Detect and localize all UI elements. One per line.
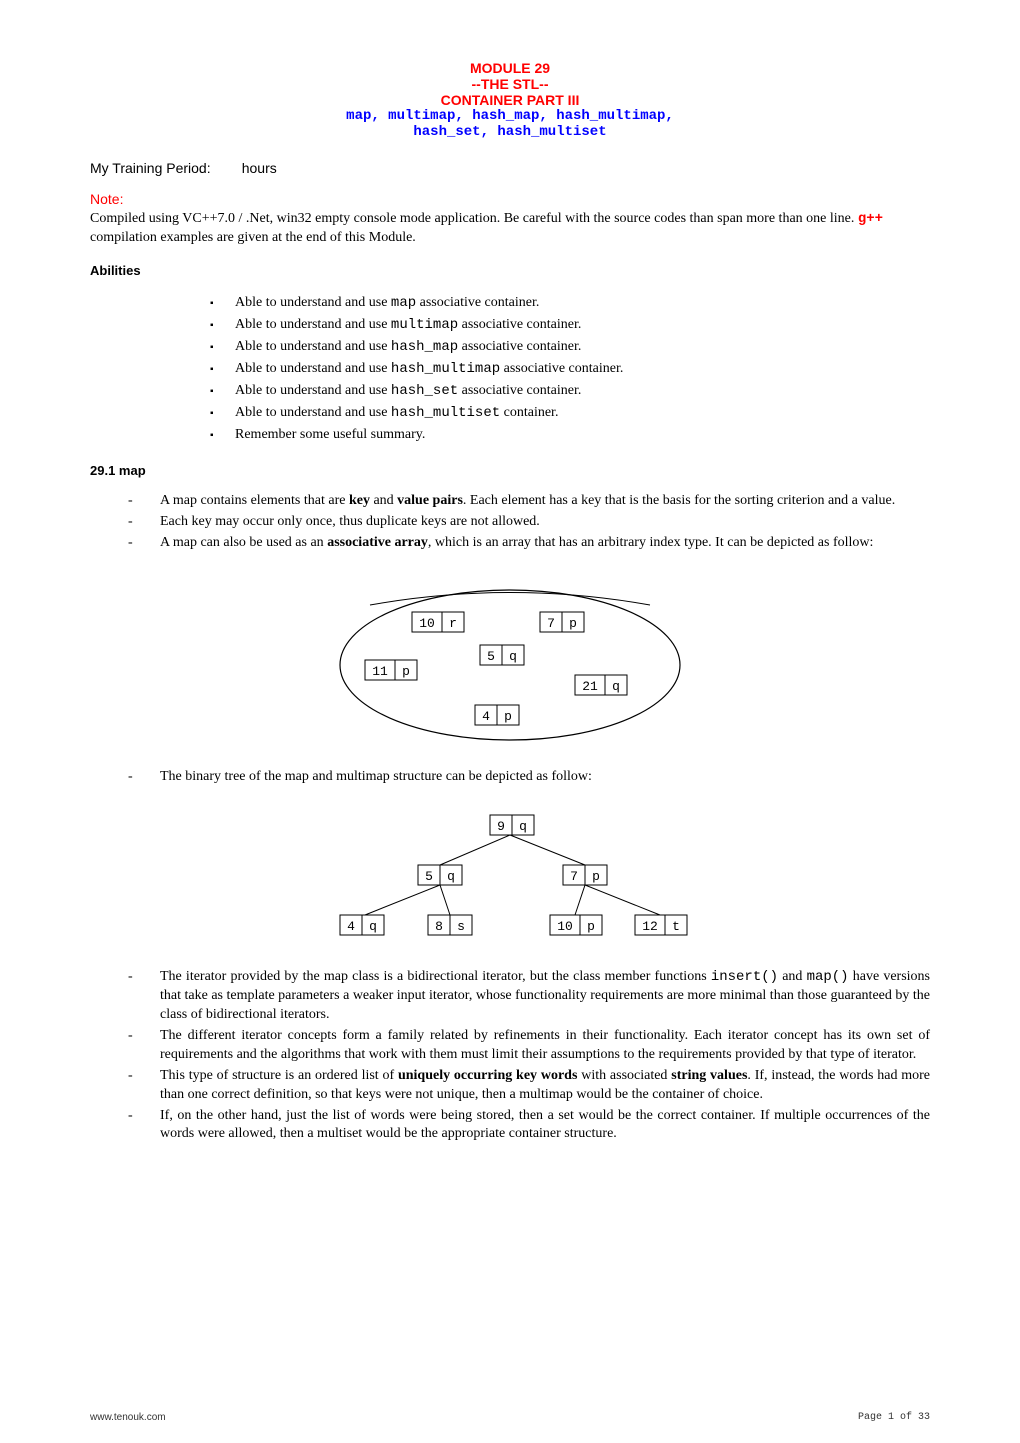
binary-tree-diagram: 9 q 5 q 7 p 4 q 8 s 10 p 12 t bbox=[90, 805, 930, 950]
training-period: My Training Period: hours bbox=[90, 160, 930, 176]
ability-item: Able to understand and use hash_multimap… bbox=[235, 358, 930, 380]
svg-text:p: p bbox=[592, 869, 600, 884]
svg-text:p: p bbox=[504, 709, 512, 724]
node-21-q: 21 q bbox=[575, 675, 627, 695]
svg-text:4: 4 bbox=[482, 709, 490, 724]
gpp-code: g++ bbox=[858, 211, 883, 227]
abilities-heading: Abilities bbox=[90, 263, 930, 278]
svg-text:7: 7 bbox=[547, 616, 555, 631]
ability-item: Remember some useful summary. bbox=[235, 424, 930, 445]
training-label: My Training Period: bbox=[90, 160, 211, 176]
footer-site: www.tenouk.com bbox=[90, 1412, 166, 1423]
svg-text:9: 9 bbox=[497, 819, 505, 834]
page-footer: www.tenouk.com Page 1 of 33 bbox=[90, 1412, 930, 1423]
note-text-a: Compiled using VC++7.0 / .Net, win32 emp… bbox=[90, 211, 858, 226]
svg-text:q: q bbox=[447, 869, 455, 884]
svg-text:4: 4 bbox=[347, 919, 355, 934]
svg-text:21: 21 bbox=[582, 679, 598, 694]
list-item: A map can also be used as an associative… bbox=[160, 534, 930, 553]
tree-l2-1: 8 s bbox=[428, 915, 472, 935]
list-item: A map contains elements that are key and… bbox=[160, 492, 930, 511]
tree-l2-3: 12 t bbox=[635, 915, 687, 935]
footer-page: Page 1 of 33 bbox=[858, 1412, 930, 1423]
tree-l1-right: 7 p bbox=[563, 865, 607, 885]
ability-item: Able to understand and use hash_set asso… bbox=[235, 380, 930, 402]
note-text-b: compilation examples are given at the en… bbox=[90, 230, 416, 245]
tree-l2-0: 4 q bbox=[340, 915, 384, 935]
svg-text:q: q bbox=[519, 819, 527, 834]
ellipse-svg: 10 r 7 p 5 q 11 p 21 q 4 p bbox=[330, 570, 690, 750]
tree-l2-2: 10 p bbox=[550, 915, 602, 935]
list-item: If, on the other hand, just the list of … bbox=[160, 1107, 930, 1145]
ability-item: Able to understand and use hash_map asso… bbox=[235, 336, 930, 358]
list-item: Each key may occur only once, thus dupli… bbox=[160, 513, 930, 532]
node-7-p: 7 p bbox=[540, 612, 584, 632]
ability-item: Able to understand and use multimap asso… bbox=[235, 314, 930, 336]
stl-line: --THE STL-- bbox=[90, 76, 930, 92]
node-5-q: 5 q bbox=[480, 645, 524, 665]
map-description-list: A map contains elements that are key and… bbox=[90, 492, 930, 553]
svg-text:11: 11 bbox=[372, 664, 388, 679]
tree-l1-left: 5 q bbox=[418, 865, 462, 885]
tree-svg: 9 q 5 q 7 p 4 q 8 s 10 p 12 t bbox=[300, 805, 720, 950]
list-item: The iterator provided by the map class i… bbox=[160, 968, 930, 1025]
note-heading: Note: bbox=[90, 191, 930, 207]
svg-text:7: 7 bbox=[570, 869, 578, 884]
tree-root: 9 q bbox=[490, 815, 534, 835]
training-unit: hours bbox=[242, 160, 277, 176]
mid-list: The binary tree of the map and multimap … bbox=[90, 768, 930, 787]
list-item: This type of structure is an ordered lis… bbox=[160, 1067, 930, 1105]
svg-text:5: 5 bbox=[487, 649, 495, 664]
page-header: MODULE 29 --THE STL-- CONTAINER PART III… bbox=[90, 60, 930, 140]
ability-item: Able to understand and use hash_multiset… bbox=[235, 402, 930, 424]
svg-text:p: p bbox=[402, 664, 410, 679]
node-11-p: 11 p bbox=[365, 660, 417, 680]
svg-text:q: q bbox=[369, 919, 377, 934]
svg-text:q: q bbox=[612, 679, 620, 694]
svg-text:r: r bbox=[449, 616, 457, 631]
svg-text:s: s bbox=[457, 919, 465, 934]
svg-text:t: t bbox=[672, 919, 680, 934]
svg-text:5: 5 bbox=[425, 869, 433, 884]
svg-text:8: 8 bbox=[435, 919, 443, 934]
section-heading: 29.1 map bbox=[90, 463, 930, 478]
ability-item: Able to understand and use map associati… bbox=[235, 292, 930, 314]
svg-text:12: 12 bbox=[642, 919, 658, 934]
svg-text:p: p bbox=[569, 616, 577, 631]
post-diagram-list: The iterator provided by the map class i… bbox=[90, 968, 930, 1144]
svg-text:10: 10 bbox=[419, 616, 435, 631]
mid-text: The binary tree of the map and multimap … bbox=[160, 768, 930, 787]
map-ellipse-diagram: 10 r 7 p 5 q 11 p 21 q 4 p bbox=[90, 570, 930, 750]
node-4-p: 4 p bbox=[475, 705, 519, 725]
svg-text:q: q bbox=[509, 649, 517, 664]
types-line-1: map, multimap, hash_map, hash_multimap, bbox=[90, 108, 930, 124]
abilities-list: Able to understand and use map associati… bbox=[90, 292, 930, 445]
container-line: CONTAINER PART III bbox=[90, 92, 930, 108]
list-item: The different iterator concepts form a f… bbox=[160, 1027, 930, 1065]
module-number: MODULE 29 bbox=[90, 60, 930, 76]
note-body: Compiled using VC++7.0 / .Net, win32 emp… bbox=[90, 210, 930, 248]
svg-text:10: 10 bbox=[557, 919, 573, 934]
types-line-2: hash_set, hash_multiset bbox=[90, 124, 930, 140]
node-10-r: 10 r bbox=[412, 612, 464, 632]
svg-text:p: p bbox=[587, 919, 595, 934]
